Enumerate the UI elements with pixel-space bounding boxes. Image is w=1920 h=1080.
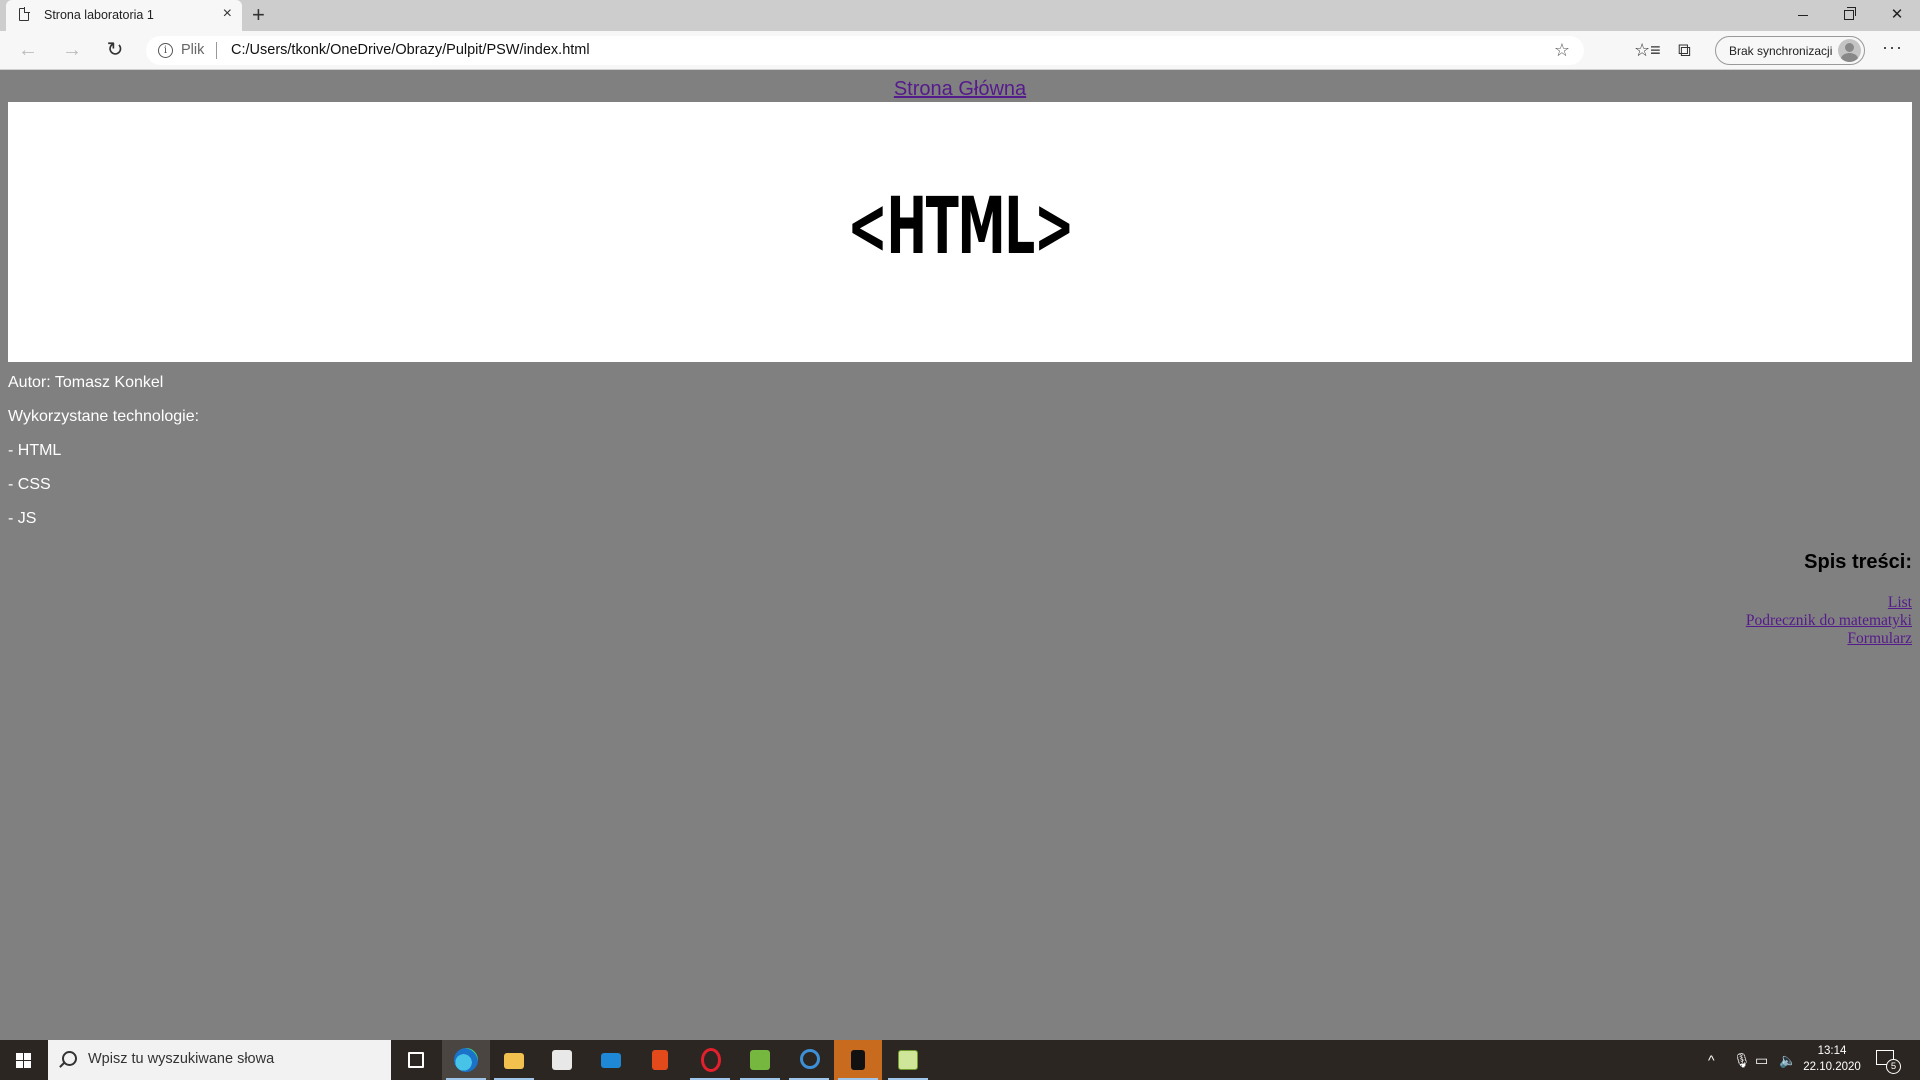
file-explorer-icon[interactable] — [490, 1040, 538, 1080]
home-link[interactable]: Strona Główna — [0, 78, 1920, 101]
more-menu-icon[interactable]: ··· — [1882, 36, 1903, 58]
notification-count: 5 — [1886, 1059, 1901, 1074]
banner: <HTML> — [8, 102, 1912, 362]
info-section: Autor: Tomasz Konkel Wykorzystane techno… — [8, 374, 199, 544]
address-scheme: Plik — [181, 42, 205, 58]
back-button[interactable]: ← — [14, 37, 42, 65]
toc-link-form[interactable]: Formularz — [1746, 630, 1912, 648]
new-tab-button[interactable]: + — [252, 2, 265, 28]
tab-close-button[interactable]: × — [223, 5, 232, 23]
toc-link-math-handbook[interactable]: Podrecznik do matematyki — [1746, 612, 1912, 630]
start-button[interactable] — [0, 1040, 48, 1080]
forward-button[interactable]: → — [58, 37, 86, 65]
browser-titlebar: Strona laboratoria 1 × + ✕ — [0, 0, 1920, 31]
mail-icon[interactable] — [587, 1040, 635, 1080]
opera-icon[interactable] — [686, 1040, 734, 1080]
tech-heading: Wykorzystane technologie: — [8, 408, 200, 425]
restore-button[interactable] — [1826, 0, 1872, 31]
search-placeholder: Wpisz tu wyszukiwane słowa — [88, 1051, 275, 1067]
favorite-star-icon[interactable]: ☆ — [1554, 40, 1570, 61]
search-icon — [62, 1051, 77, 1066]
edge-icon[interactable] — [442, 1040, 490, 1080]
favorites-icon[interactable]: ☆≡ — [1634, 39, 1661, 61]
notepad-icon[interactable] — [884, 1040, 932, 1080]
toc-title: Spis treści: — [1804, 551, 1912, 573]
avatar — [1838, 39, 1861, 62]
author-text: Autor: Tomasz Konkel — [8, 374, 164, 391]
browser-tab[interactable]: Strona laboratoria 1 × — [6, 0, 242, 31]
office-icon[interactable] — [636, 1040, 684, 1080]
page-icon — [19, 7, 30, 21]
address-url[interactable]: C:/Users/tkonk/OneDrive/Obrazy/Pulpit/PS… — [231, 42, 590, 58]
clock[interactable]: 13:14 22.10.2020 — [1800, 1043, 1864, 1075]
task-view-icon[interactable] — [392, 1040, 440, 1080]
info-icon[interactable]: i — [158, 43, 173, 58]
microphone-icon[interactable]: 🎙 — [1733, 1040, 1751, 1080]
android-studio-icon[interactable] — [736, 1040, 784, 1080]
store-icon[interactable] — [538, 1040, 586, 1080]
tech-item: - CSS — [8, 476, 51, 493]
league-icon[interactable] — [834, 1040, 882, 1080]
tab-title: Strona laboratoria 1 — [44, 8, 154, 22]
address-separator — [216, 42, 217, 59]
taskbar-search[interactable]: Wpisz tu wyszukiwane słowa — [48, 1040, 391, 1080]
minimize-button[interactable] — [1780, 0, 1826, 31]
sync-label: Brak synchronizacji — [1729, 44, 1833, 58]
tech-item: - HTML — [8, 442, 62, 459]
collections-icon[interactable]: ⧉ — [1678, 39, 1691, 61]
html-logo-text: <HTML> — [846, 182, 1074, 272]
toc-link-list[interactable]: List — [1746, 594, 1912, 612]
windows-logo-icon — [16, 1053, 31, 1068]
browser-toolbar: ← → ↻ i Plik C:/Users/tkonk/OneDrive/Obr… — [0, 31, 1920, 70]
address-bar[interactable]: i Plik C:/Users/tkonk/OneDrive/Obrazy/Pu… — [146, 36, 1584, 65]
clock-time: 13:14 — [1817, 1045, 1847, 1057]
clock-date: 22.10.2020 — [1803, 1061, 1861, 1073]
tech-item: - JS — [8, 510, 37, 527]
volume-icon[interactable]: 🔈 — [1779, 1040, 1796, 1080]
close-window-button[interactable]: ✕ — [1874, 0, 1920, 31]
page-content: Strona Główna <HTML> Autor: Tomasz Konke… — [0, 70, 1920, 1040]
profile-sync-button[interactable]: Brak synchronizacji — [1715, 36, 1865, 65]
table-of-contents: Spis treści: List Podrecznik do matematy… — [1746, 550, 1912, 648]
reload-button[interactable]: ↻ — [101, 37, 129, 65]
taskbar: Wpisz tu wyszukiwane słowa ^ 🎙 ▭ 🔈 13:14… — [0, 1040, 1920, 1080]
network-icon[interactable]: ▭ — [1755, 1040, 1768, 1080]
app-circle-icon[interactable] — [785, 1040, 833, 1080]
tray-chevron-icon[interactable]: ^ — [1708, 1040, 1715, 1080]
html-logo: <HTML> — [8, 182, 1912, 272]
